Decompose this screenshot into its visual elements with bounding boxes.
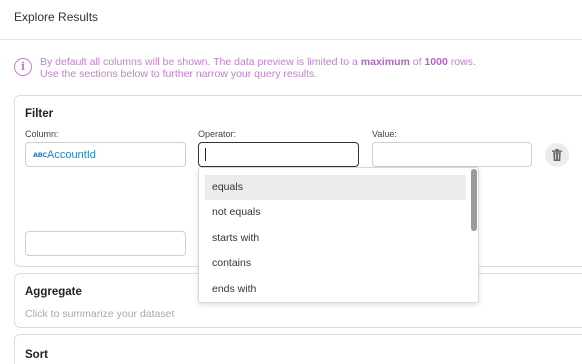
abc-text-icon: ABC <box>33 151 47 159</box>
info-text-part: By default all columns will be shown. Th… <box>40 56 361 68</box>
info-text-line2: Use the sections below to further narrow… <box>40 68 318 80</box>
sort-title: Sort <box>25 349 48 361</box>
operator-label: Operator: <box>198 129 237 139</box>
aggregate-title: Aggregate <box>25 286 82 298</box>
info-text-maximum: maximum <box>360 56 410 68</box>
operator-option-not-equals[interactable]: not equals <box>205 200 466 225</box>
text-caret <box>205 148 206 161</box>
page-header: Explore Results <box>0 0 582 40</box>
info-text-limit: 1000 <box>424 56 448 68</box>
info-banner: i By default all columns will be shown. … <box>14 56 574 84</box>
column-select[interactable]: ABC AccountId <box>25 142 186 167</box>
sort-card[interactable]: Sort <box>14 334 582 364</box>
page-title: Explore Results <box>14 10 99 24</box>
operator-option-equals[interactable]: equals <box>205 175 466 200</box>
secondary-column-select[interactable] <box>25 231 186 256</box>
info-text-part: of <box>409 56 425 68</box>
info-icon: i <box>14 58 32 76</box>
column-label: Column: <box>25 129 59 139</box>
column-value: AccountId <box>47 149 96 161</box>
operator-input[interactable] <box>198 142 359 167</box>
trash-icon <box>552 149 562 161</box>
filter-title: Filter <box>25 108 54 120</box>
value-label: Value: <box>372 129 397 139</box>
operator-dropdown: equals not equals starts with contains e… <box>198 167 479 303</box>
operator-option-contains[interactable]: contains <box>205 251 466 276</box>
dropdown-scrollbar[interactable] <box>471 169 477 231</box>
operator-option-starts-with[interactable]: starts with <box>205 226 466 251</box>
operator-option-ends-with[interactable]: ends with <box>205 277 466 302</box>
aggregate-subtitle: Click to summarize your dataset <box>25 308 175 320</box>
info-text-part: rows. <box>447 56 476 68</box>
delete-filter-button[interactable] <box>545 143 569 167</box>
value-input[interactable] <box>372 142 532 167</box>
info-text: By default all columns will be shown. Th… <box>40 56 476 80</box>
